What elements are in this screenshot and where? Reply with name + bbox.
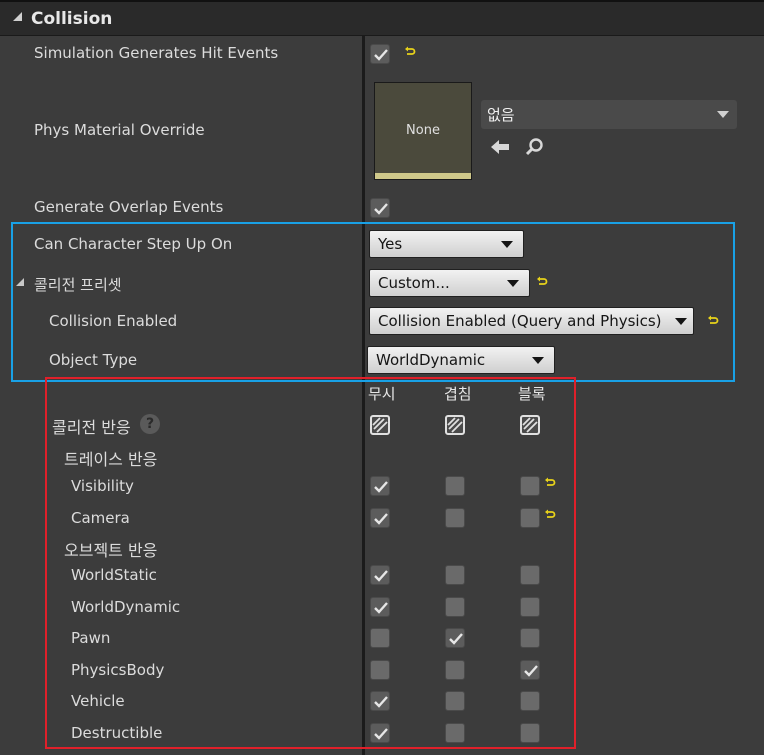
overlap-checkbox[interactable] <box>445 565 465 585</box>
ignore-checkbox[interactable] <box>370 508 390 528</box>
response-row-label: WorldDynamic <box>71 597 181 616</box>
thumbnail-none-text: None <box>406 123 440 138</box>
chevron-down-icon <box>717 111 729 118</box>
overlap-checkbox[interactable] <box>445 691 465 712</box>
overlap-checkbox[interactable] <box>445 596 465 617</box>
block-checkbox[interactable] <box>520 691 540 712</box>
expand-triangle-icon[interactable] <box>16 278 24 286</box>
col-overlap-header: 겹침 <box>444 385 472 403</box>
sim-hit-checkbox[interactable] <box>370 44 390 64</box>
reset-to-default-icon[interactable] <box>544 509 556 521</box>
reset-to-default-icon[interactable] <box>707 315 719 327</box>
help-icon[interactable]: ? <box>140 414 160 434</box>
overlap-checkbox[interactable] <box>370 198 390 218</box>
col-block-header: 블록 <box>518 385 546 403</box>
overlap-checkbox[interactable] <box>445 476 465 496</box>
reset-to-default-icon[interactable] <box>544 477 556 489</box>
ignore-checkbox[interactable] <box>370 723 390 743</box>
sim-hit-label: Simulation Generates Hit Events <box>34 44 279 62</box>
overlap-checkbox[interactable] <box>445 723 465 743</box>
block-checkbox[interactable] <box>520 723 540 743</box>
object-type-label: Object Type <box>49 351 138 369</box>
reset-to-default-icon[interactable] <box>536 276 548 288</box>
collapse-triangle-icon[interactable] <box>13 12 22 21</box>
overlap-checkbox[interactable] <box>445 659 465 680</box>
col-ignore-header: 무시 <box>368 385 396 403</box>
reset-to-default-icon[interactable] <box>404 46 416 58</box>
preset-value: Custom... <box>378 274 450 292</box>
step-up-label: Can Character Step Up On <box>34 235 233 253</box>
all-overlap-checkbox[interactable] <box>445 415 465 435</box>
chevron-down-icon <box>507 280 519 287</box>
trace-responses-label: 트레이스 반응 <box>64 450 158 469</box>
section-title: Collision <box>31 9 113 29</box>
use-selected-arrow-icon[interactable] <box>489 138 511 156</box>
collision-enabled-value: Collision Enabled (Query and Physics) <box>378 312 662 330</box>
phys-material-label: Phys Material Override <box>34 121 205 139</box>
ignore-checkbox[interactable] <box>370 659 390 680</box>
asset-thumbnail[interactable]: None <box>374 82 472 180</box>
response-row-label: WorldStatic <box>71 566 157 584</box>
all-block-checkbox[interactable] <box>520 415 540 435</box>
block-checkbox[interactable] <box>520 476 540 496</box>
object-responses-label: 오브젝트 반응 <box>64 541 158 560</box>
block-checkbox[interactable] <box>520 508 540 528</box>
ignore-checkbox[interactable] <box>370 565 390 585</box>
block-checkbox[interactable] <box>520 628 540 649</box>
object-type-value: WorldDynamic <box>376 351 486 369</box>
browse-search-icon[interactable] <box>525 137 545 157</box>
collision-responses-label: 콜리전 반응 <box>52 418 131 437</box>
block-checkbox[interactable] <box>520 596 540 617</box>
overlap-label: Generate Overlap Events <box>34 198 224 216</box>
collision-enabled-dropdown[interactable]: Collision Enabled (Query and Physics) <box>369 307 694 335</box>
overlap-checkbox[interactable] <box>445 628 465 649</box>
ignore-checkbox[interactable] <box>370 691 390 712</box>
preset-label: 콜리전 프리셋 <box>34 276 122 294</box>
chevron-down-icon <box>501 241 513 248</box>
ignore-checkbox[interactable] <box>370 628 390 649</box>
response-row-label: Visibility <box>71 477 134 495</box>
all-ignore-checkbox[interactable] <box>370 415 390 435</box>
preset-dropdown[interactable]: Custom... <box>369 269 530 297</box>
collision-section-header[interactable]: Collision <box>0 0 764 36</box>
asset-picker-combo[interactable]: 없음 <box>481 100 737 129</box>
chevron-down-icon <box>675 318 687 325</box>
chevron-down-icon <box>532 357 544 364</box>
ignore-checkbox[interactable] <box>370 476 390 496</box>
object-type-dropdown[interactable]: WorldDynamic <box>367 346 555 374</box>
ignore-checkbox[interactable] <box>370 596 390 617</box>
response-row-label: Vehicle <box>71 692 125 711</box>
block-checkbox[interactable] <box>520 659 540 680</box>
response-row-label: PhysicsBody <box>71 660 165 679</box>
step-up-value: Yes <box>378 235 403 253</box>
response-row-label: Pawn <box>71 629 111 648</box>
collision-enabled-label: Collision Enabled <box>49 312 178 330</box>
step-up-dropdown[interactable]: Yes <box>369 230 524 258</box>
overlap-checkbox[interactable] <box>445 508 465 528</box>
response-row-label: Destructible <box>71 724 163 742</box>
asset-picker-value: 없음 <box>487 106 515 124</box>
response-row-label: Camera <box>71 509 130 527</box>
block-checkbox[interactable] <box>520 565 540 585</box>
